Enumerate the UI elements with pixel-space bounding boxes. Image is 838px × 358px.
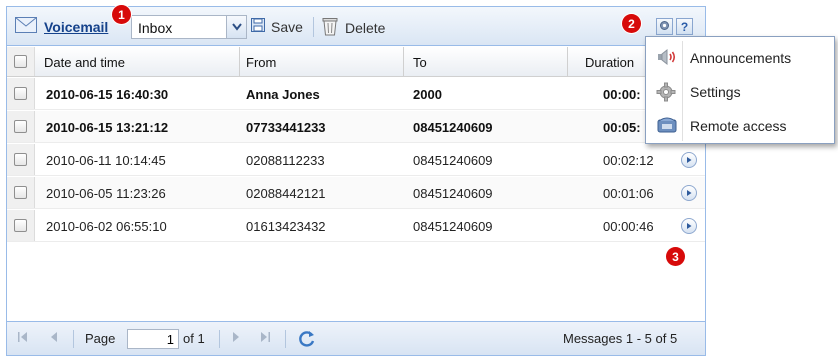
refresh-icon[interactable] [297,329,317,349]
play-icon[interactable] [681,185,697,201]
cell-duration: 00:02:12 [603,153,654,168]
row-checkbox[interactable] [14,219,27,232]
page-number-input[interactable] [127,329,179,349]
column-header-to[interactable]: To [413,55,427,70]
grid-header: Date and time From To Duration [7,47,705,77]
checkbox-column-header [7,47,35,76]
column-header-from[interactable]: From [246,55,276,70]
pager-separator [219,330,220,348]
page-label: Page [85,331,116,346]
cell-to: 08451240609 [413,120,493,135]
cell-to: 2000 [413,87,442,102]
column-divider [567,47,568,77]
cell-from: 02088442121 [246,186,326,201]
phone-icon [656,116,677,134]
row-checkbox[interactable] [14,120,27,133]
toolbar-separator [313,17,314,37]
select-all-checkbox[interactable] [14,55,27,68]
cell-from: 07733441233 [246,120,326,135]
delete-button[interactable]: Delete [319,15,385,40]
speaker-icon [656,48,676,66]
callout-badge-2: 2 [622,14,641,33]
next-page-icon[interactable] [231,331,241,343]
row-checkbox-cell [7,210,35,241]
cell-date: 2010-06-15 13:21:12 [46,120,169,135]
menu-item-label: Announcements [690,50,792,66]
cell-date: 2010-06-02 06:55:10 [46,219,167,234]
help-button[interactable]: ? [676,18,693,35]
config-menu-button[interactable] [656,18,673,35]
table-row[interactable]: 2010-06-05 11:23:26 02088442121 08451240… [7,177,705,209]
table-row[interactable]: 2010-06-15 16:40:30 Anna Jones 2000 00:0… [7,78,705,110]
row-checkbox[interactable] [14,153,27,166]
cell-duration: 00:01:06 [603,186,654,201]
menu-item-announcements[interactable]: Announcements [646,40,834,74]
cell-to: 08451240609 [413,186,493,201]
cell-duration: 00:00:46 [603,219,654,234]
column-header-date[interactable]: Date and time [44,55,125,70]
table-row[interactable]: 2010-06-11 10:14:45 02088112233 08451240… [7,144,705,176]
menu-item-label: Settings [690,84,741,100]
pager-separator [73,330,74,348]
play-icon[interactable] [681,152,697,168]
gear-icon [656,82,676,102]
save-button[interactable]: Save [251,18,303,35]
row-checkbox-cell [7,177,35,208]
voicemail-panel: Voicemail Inbox Save Delete ? Date and t… [6,6,706,356]
envelope-icon [15,17,37,33]
cell-from: Anna Jones [246,87,320,102]
table-row[interactable]: 2010-06-15 13:21:12 07733441233 08451240… [7,111,705,143]
first-page-icon[interactable] [17,331,29,343]
save-label: Save [271,18,303,35]
cell-to: 08451240609 [413,219,493,234]
cell-duration: 00:00: [603,87,641,102]
menu-item-label: Remote access [690,118,787,134]
callout-badge-1: 1 [112,5,131,24]
folder-select[interactable]: Inbox [131,15,247,39]
menu-item-remote-access[interactable]: Remote access [646,108,834,142]
cell-from: 01613423432 [246,219,326,234]
trash-icon [319,15,341,40]
column-divider [403,47,404,77]
pager-separator [285,330,286,348]
folder-select-value: Inbox [138,20,173,36]
row-checkbox-cell [7,144,35,175]
row-checkbox-cell [7,78,35,109]
gear-icon [659,19,670,34]
voicemail-title[interactable]: Voicemail [44,19,108,35]
page-count-label: of 1 [183,331,205,346]
menu-item-settings[interactable]: Settings [646,74,834,108]
settings-dropdown-menu: Announcements Settings Remote access [645,36,835,144]
chevron-down-icon[interactable] [226,16,246,38]
row-checkbox-cell [7,111,35,142]
prev-page-icon[interactable] [49,331,59,343]
last-page-icon[interactable] [259,331,271,343]
callout-badge-3: 3 [666,247,685,266]
row-checkbox[interactable] [14,186,27,199]
paging-toolbar: Page of 1 Messages 1 - 5 of 5 [7,321,705,355]
cell-date: 2010-06-11 10:14:45 [46,153,166,168]
cell-date: 2010-06-15 16:40:30 [46,87,169,102]
cell-from: 02088112233 [246,153,325,168]
cell-date: 2010-06-05 11:23:26 [46,186,166,201]
delete-label: Delete [345,19,386,36]
column-divider [239,47,240,77]
cell-duration: 00:05: [603,120,641,135]
messages-summary: Messages 1 - 5 of 5 [563,331,678,346]
column-header-duration[interactable]: Duration [585,55,634,70]
row-checkbox[interactable] [14,87,27,100]
table-row[interactable]: 2010-06-02 06:55:10 01613423432 08451240… [7,210,705,242]
cell-to: 08451240609 [413,153,493,168]
play-icon[interactable] [681,218,697,234]
floppy-disk-icon [251,18,265,35]
